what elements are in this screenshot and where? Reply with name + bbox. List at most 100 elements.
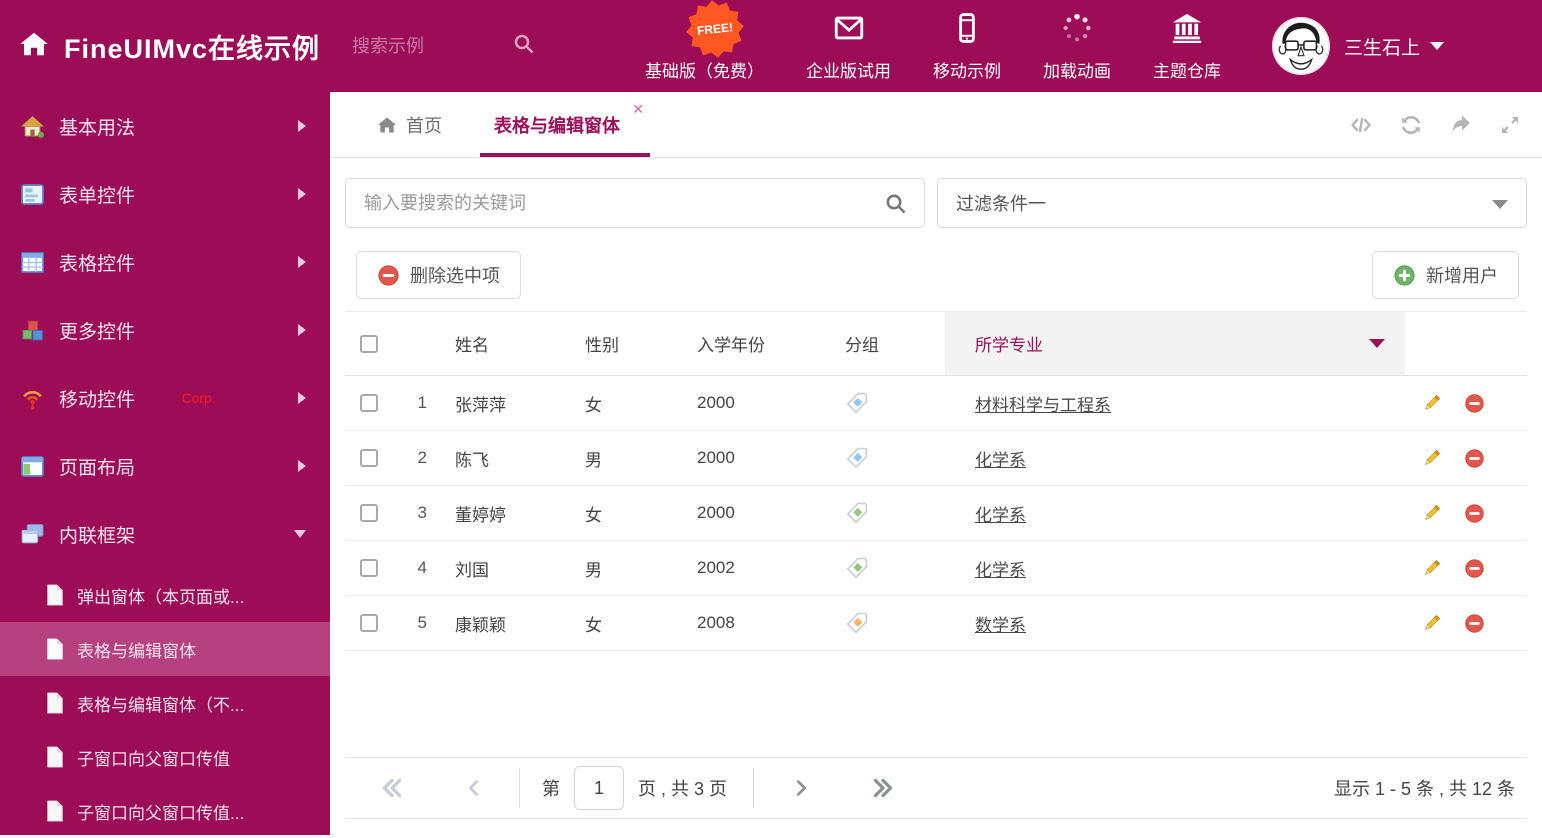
user-menu-caret-icon[interactable]	[1430, 42, 1444, 50]
column-header-year[interactable]: 入学年份	[685, 312, 835, 375]
data-table: 姓名 性别 入学年份 分组 所学专业 1张萍萍女2000 材料科学与工程系 2陈…	[345, 311, 1527, 651]
table-row: 5康颖颖女2008 数学系	[345, 596, 1527, 651]
expand-arrow-icon	[298, 256, 306, 268]
edit-row-button[interactable]	[1421, 448, 1442, 469]
sidebar-item-basic-usage[interactable]: 基本用法	[0, 92, 330, 160]
page-icon	[45, 692, 65, 714]
envelope-icon	[831, 11, 867, 57]
page-number-input[interactable]	[574, 766, 624, 810]
nav-item-mobile-demo[interactable]: 移动示例	[912, 11, 1022, 82]
delete-icon	[1464, 393, 1485, 414]
tab-home[interactable]: 首页	[362, 92, 456, 157]
source-code-icon[interactable]	[1348, 113, 1374, 137]
nav-item-enterprise-trial[interactable]: 企业版试用	[785, 11, 912, 82]
table-body: 1张萍萍女2000 材料科学与工程系 2陈飞男2000 化学系 3董婷婷女200…	[345, 376, 1527, 651]
nav-label: 基础版（免费）	[645, 57, 764, 82]
header-checkbox-cell	[345, 312, 393, 375]
prev-page-icon[interactable]	[463, 775, 485, 801]
sidebar-item-mobile-controls[interactable]: 移动控件 Corp.	[0, 364, 330, 432]
edit-icon	[1421, 503, 1442, 524]
row-number: 2	[393, 448, 435, 468]
last-page-icon[interactable]	[870, 775, 896, 801]
cell-gender: 男	[565, 556, 685, 581]
column-menu-caret-icon[interactable]	[1369, 339, 1385, 348]
mobile-icon	[950, 11, 984, 57]
cell-year: 2000	[685, 393, 835, 413]
edit-row-button[interactable]	[1421, 393, 1442, 414]
delete-row-button[interactable]	[1464, 558, 1485, 579]
major-link[interactable]: 材料科学与工程系	[975, 391, 1111, 416]
search-icon[interactable]	[884, 192, 908, 221]
sidebar-subitem-popup-window[interactable]: 弹出窗体（本页面或...	[0, 568, 330, 622]
edit-row-button[interactable]	[1421, 503, 1442, 524]
column-header-major[interactable]: 所学专业	[945, 312, 1405, 375]
header-search-input[interactable]	[352, 36, 502, 57]
table-row: 4刘国男2002 化学系	[345, 541, 1527, 596]
row-checkbox-cell	[345, 449, 393, 467]
filter-dropdown[interactable]: 过滤条件一	[937, 178, 1527, 228]
cell-actions	[1405, 448, 1527, 469]
sidebar-subitem-child-to-parent[interactable]: 子窗口向父窗口传值	[0, 730, 330, 784]
sidebar-item-more-controls[interactable]: 更多控件	[0, 296, 330, 364]
tab-close-icon[interactable]: ✕	[632, 102, 644, 116]
cell-gender: 女	[565, 501, 685, 526]
tab-grid-edit-window[interactable]: 表格与编辑窗体 ✕	[480, 92, 650, 157]
sidebar-subitem-grid-edit-window[interactable]: 表格与编辑窗体	[0, 622, 330, 676]
major-link[interactable]: 化学系	[975, 556, 1026, 581]
row-checkbox[interactable]	[360, 449, 378, 467]
column-header-name[interactable]: 姓名	[435, 312, 565, 375]
header-search-icon[interactable]	[512, 32, 536, 61]
header-number-cell	[393, 312, 435, 375]
sidebar-item-grid-controls[interactable]: 表格控件	[0, 228, 330, 296]
spinner-icon	[1060, 11, 1094, 57]
select-all-checkbox[interactable]	[360, 335, 378, 353]
edit-row-button[interactable]	[1421, 558, 1442, 579]
avatar[interactable]	[1272, 17, 1330, 75]
row-checkbox[interactable]	[360, 614, 378, 632]
next-page-icon[interactable]	[790, 775, 812, 801]
username[interactable]: 三生石上	[1344, 33, 1420, 60]
major-link[interactable]: 化学系	[975, 446, 1026, 471]
table-empty-area	[345, 651, 1527, 757]
keyword-search-input[interactable]	[346, 179, 924, 227]
add-user-button[interactable]: 新增用户	[1372, 251, 1519, 299]
refresh-icon[interactable]	[1398, 113, 1424, 137]
first-page-icon[interactable]	[379, 775, 405, 801]
cell-group	[835, 391, 945, 415]
sidebar-subitem-grid-edit-window-no[interactable]: 表格与编辑窗体（不...	[0, 676, 330, 730]
tag-icon	[845, 501, 869, 525]
row-checkbox-cell	[345, 504, 393, 522]
row-checkbox[interactable]	[360, 504, 378, 522]
collapse-arrow-icon	[294, 530, 306, 538]
frames-icon	[20, 522, 45, 547]
sidebar-subitem-child-to-parent-2[interactable]: 子窗口向父窗口传值...	[0, 784, 330, 838]
column-header-major-label: 所学专业	[975, 331, 1043, 356]
tag-icon	[845, 611, 869, 635]
delete-row-button[interactable]	[1464, 393, 1485, 414]
home-icon[interactable]	[18, 29, 50, 64]
major-link[interactable]: 数学系	[975, 611, 1026, 636]
edit-row-button[interactable]	[1421, 613, 1442, 634]
share-icon[interactable]	[1448, 113, 1474, 137]
cell-group	[835, 446, 945, 470]
expand-arrow-icon	[298, 188, 306, 200]
row-number: 4	[393, 558, 435, 578]
sidebar-item-form-controls[interactable]: 表单控件	[0, 160, 330, 228]
sidebar-item-page-layout[interactable]: 页面布局	[0, 432, 330, 500]
delete-row-button[interactable]	[1464, 448, 1485, 469]
delete-row-button[interactable]	[1464, 613, 1485, 634]
table-row: 2陈飞男2000 化学系	[345, 431, 1527, 486]
major-link[interactable]: 化学系	[975, 501, 1026, 526]
nav-item-theme-repo[interactable]: 主题仓库	[1132, 11, 1242, 82]
row-checkbox[interactable]	[360, 559, 378, 577]
nav-item-loading-anim[interactable]: 加载动画	[1022, 11, 1132, 82]
page-suffix-label: 页 , 共 3 页	[638, 775, 727, 801]
expand-icon[interactable]	[1498, 113, 1522, 137]
column-header-group[interactable]: 分组	[835, 312, 945, 375]
row-checkbox[interactable]	[360, 394, 378, 412]
expand-arrow-icon	[298, 460, 306, 472]
sidebar-item-iframe[interactable]: 内联框架	[0, 500, 330, 568]
delete-selected-button[interactable]: 删除选中项	[356, 251, 521, 299]
column-header-gender[interactable]: 性别	[565, 312, 685, 375]
delete-row-button[interactable]	[1464, 503, 1485, 524]
